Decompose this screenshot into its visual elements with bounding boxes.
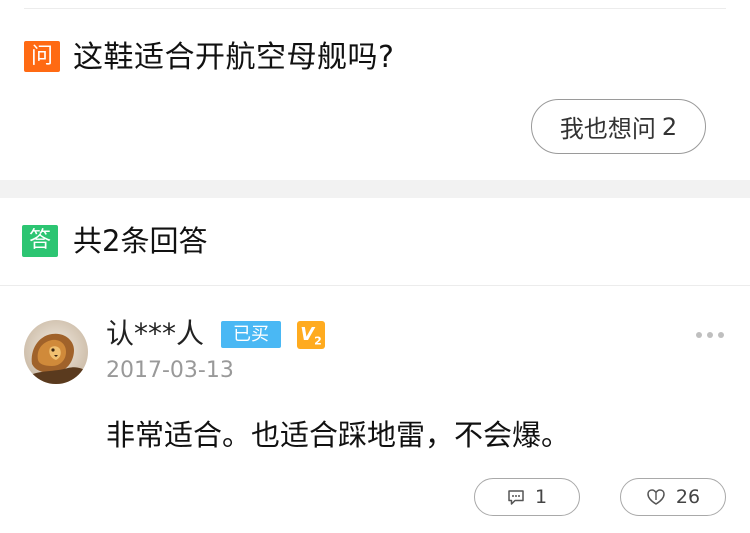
also-ask-button[interactable]: 我也想问 2 [531, 99, 706, 154]
answer-username: 认***人 [106, 317, 205, 350]
comment-icon [508, 489, 524, 505]
answers-header: 答 共2条回答 [0, 198, 750, 286]
comment-button[interactable]: 1 [474, 478, 580, 516]
like-button[interactable]: 26 [620, 478, 726, 516]
answer-badge: 答 [22, 225, 58, 257]
more-dots-icon[interactable] [696, 330, 724, 340]
section-gap [0, 180, 750, 198]
user-level-badge: V2 [297, 321, 325, 349]
also-ask-count: 2 [661, 112, 678, 141]
like-count: 26 [675, 486, 701, 508]
answer-text: 非常适合。也适合踩地雷，不会爆。 [106, 418, 571, 452]
avatar[interactable] [24, 320, 88, 384]
comment-count: 1 [534, 486, 548, 508]
level-letter: V [300, 324, 315, 345]
also-ask-label: 我也想问 [559, 115, 656, 143]
answer-count-label: 共2条回答 [73, 224, 208, 258]
avatar-lion-image [24, 320, 88, 384]
question-section: 问 这鞋适合开航空母舰吗? 我也想问 2 [0, 0, 750, 180]
answer-date: 2017-03-13 [106, 358, 234, 383]
like-icon [647, 489, 665, 505]
question-badge: 问 [24, 41, 60, 72]
bought-badge: 已买 [221, 321, 281, 348]
level-number: 2 [314, 334, 322, 348]
question-title: 这鞋适合开航空母舰吗? [73, 40, 395, 75]
